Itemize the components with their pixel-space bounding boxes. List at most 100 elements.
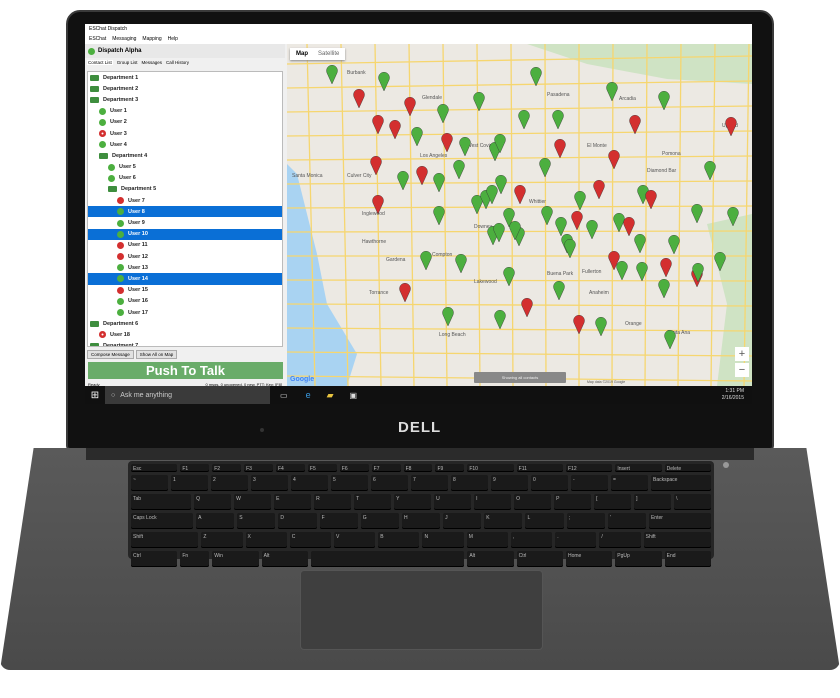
zoom-out-button[interactable]: − xyxy=(735,363,749,377)
key[interactable]: 9 xyxy=(491,475,528,491)
tree-folder[interactable]: Department 4 xyxy=(88,150,282,161)
key[interactable]: , xyxy=(510,532,553,548)
tree-user[interactable]: User 14 xyxy=(88,273,282,285)
edge-icon[interactable]: e xyxy=(306,390,311,400)
map-pin[interactable] xyxy=(573,315,585,335)
map-pin[interactable] xyxy=(518,110,530,130)
map-pin[interactable] xyxy=(397,171,409,191)
map-pin[interactable] xyxy=(554,139,566,159)
map-pin[interactable] xyxy=(634,234,646,254)
key[interactable]: U xyxy=(434,494,472,510)
tree-user[interactable]: User 12 xyxy=(88,251,282,262)
key[interactable]: Enter xyxy=(648,513,712,529)
key[interactable]: = xyxy=(611,475,648,491)
tree-user[interactable]: User 8 xyxy=(88,206,282,218)
map-pin[interactable] xyxy=(494,310,506,330)
task-view-icon[interactable]: ▭ xyxy=(280,391,288,400)
map-pin[interactable] xyxy=(521,298,533,318)
key[interactable]: ] xyxy=(634,494,672,510)
key[interactable]: V xyxy=(334,532,376,548)
key[interactable]: F7 xyxy=(371,464,401,472)
key[interactable]: Esc xyxy=(131,464,178,472)
panel-tab[interactable]: Messages xyxy=(142,60,163,65)
map-pin[interactable] xyxy=(660,258,672,278)
key[interactable]: F12 xyxy=(566,464,613,472)
tree-folder[interactable]: Department 1 xyxy=(88,72,282,83)
key[interactable]: 3 xyxy=(251,475,288,491)
tree-user[interactable]: User 15 xyxy=(88,285,282,296)
map-pin[interactable] xyxy=(404,97,416,117)
map-tab[interactable]: Map xyxy=(296,51,308,57)
tree-user[interactable]: User 4 xyxy=(88,139,282,150)
key[interactable]: 8 xyxy=(451,475,488,491)
tree-user[interactable]: User 10 xyxy=(88,228,282,240)
key[interactable]: Alt xyxy=(467,551,514,567)
key[interactable]: J xyxy=(443,513,482,529)
map-pin[interactable] xyxy=(389,120,401,140)
key[interactable]: Ctrl xyxy=(516,551,563,567)
satellite-tab[interactable]: Satellite xyxy=(318,51,339,57)
key[interactable]: Backspace xyxy=(651,475,712,491)
map-pin[interactable] xyxy=(372,115,384,135)
key[interactable]: PgUp xyxy=(615,551,662,567)
menu-item[interactable]: Messaging xyxy=(112,36,136,42)
panel-tab[interactable]: Call History xyxy=(166,60,189,65)
map-pin[interactable] xyxy=(370,156,382,176)
store-icon[interactable]: ▣ xyxy=(350,391,358,400)
key[interactable]: End xyxy=(664,551,711,567)
key[interactable]: F9 xyxy=(435,464,465,472)
map-pin[interactable] xyxy=(613,213,625,233)
tree-folder[interactable]: Department 7 xyxy=(88,341,282,346)
tree-folder[interactable]: Department 6 xyxy=(88,318,282,329)
key[interactable]: ~ xyxy=(131,475,168,491)
key[interactable]: ; xyxy=(566,513,605,529)
map-pin[interactable] xyxy=(441,133,453,153)
map-pin[interactable] xyxy=(608,150,620,170)
key[interactable]: / xyxy=(599,532,641,548)
show-all-on-map-button[interactable]: Show All on Map xyxy=(135,350,178,359)
key[interactable]: Z xyxy=(201,532,243,548)
map-pin[interactable] xyxy=(586,220,598,240)
key[interactable]: T xyxy=(354,494,392,510)
tree-user[interactable]: User 18 xyxy=(88,329,282,340)
map-pin[interactable] xyxy=(606,82,618,102)
key[interactable]: R xyxy=(314,494,352,510)
map-pin[interactable] xyxy=(553,281,565,301)
map-pin[interactable] xyxy=(473,92,485,112)
key[interactable]: I xyxy=(474,494,512,510)
map-canvas[interactable]: Burbank Glendale Pasadena Arcadia Los Angele… xyxy=(287,44,752,386)
map-pin[interactable] xyxy=(433,206,445,226)
map-pin[interactable] xyxy=(616,261,628,281)
touchpad[interactable] xyxy=(300,570,543,650)
zoom-in-button[interactable]: + xyxy=(735,347,749,361)
key[interactable]: 4 xyxy=(291,475,328,491)
map-pin[interactable] xyxy=(353,89,365,109)
map-pin[interactable] xyxy=(629,115,641,135)
key[interactable]: F4 xyxy=(276,464,305,472)
tree-user[interactable]: User 3 xyxy=(88,128,282,139)
explorer-icon[interactable]: ▰ xyxy=(327,390,334,401)
map-pin[interactable] xyxy=(555,217,567,237)
key[interactable]: L xyxy=(525,513,564,529)
key[interactable]: N xyxy=(422,532,464,548)
keyboard[interactable]: Esc F1 F2 F3 F4 F5 F6 F7 F8 F9 F10 F11 F12 Insert Dele… xyxy=(128,461,714,567)
search-box[interactable]: ○ Ask me anything xyxy=(105,386,270,404)
map-pin[interactable] xyxy=(668,235,680,255)
key[interactable]: Q xyxy=(194,494,232,510)
tree-user[interactable]: User 9 xyxy=(88,217,282,228)
key[interactable]: Win xyxy=(212,551,259,567)
key[interactable] xyxy=(310,551,465,567)
key[interactable]: F3 xyxy=(244,464,273,472)
panel-tab[interactable]: Contact List xyxy=(87,60,113,65)
key[interactable]: \ xyxy=(674,494,712,510)
key[interactable]: S xyxy=(237,513,276,529)
map-pin[interactable] xyxy=(664,330,676,350)
map-pin[interactable] xyxy=(411,127,423,147)
key[interactable]: F6 xyxy=(339,464,369,472)
panel-tab[interactable]: Group List xyxy=(117,60,138,65)
key[interactable]: Insert xyxy=(615,464,662,472)
key[interactable]: 5 xyxy=(331,475,368,491)
tree-user[interactable]: User 17 xyxy=(88,307,282,318)
map-pin[interactable] xyxy=(593,180,605,200)
map-pin[interactable] xyxy=(552,110,564,130)
